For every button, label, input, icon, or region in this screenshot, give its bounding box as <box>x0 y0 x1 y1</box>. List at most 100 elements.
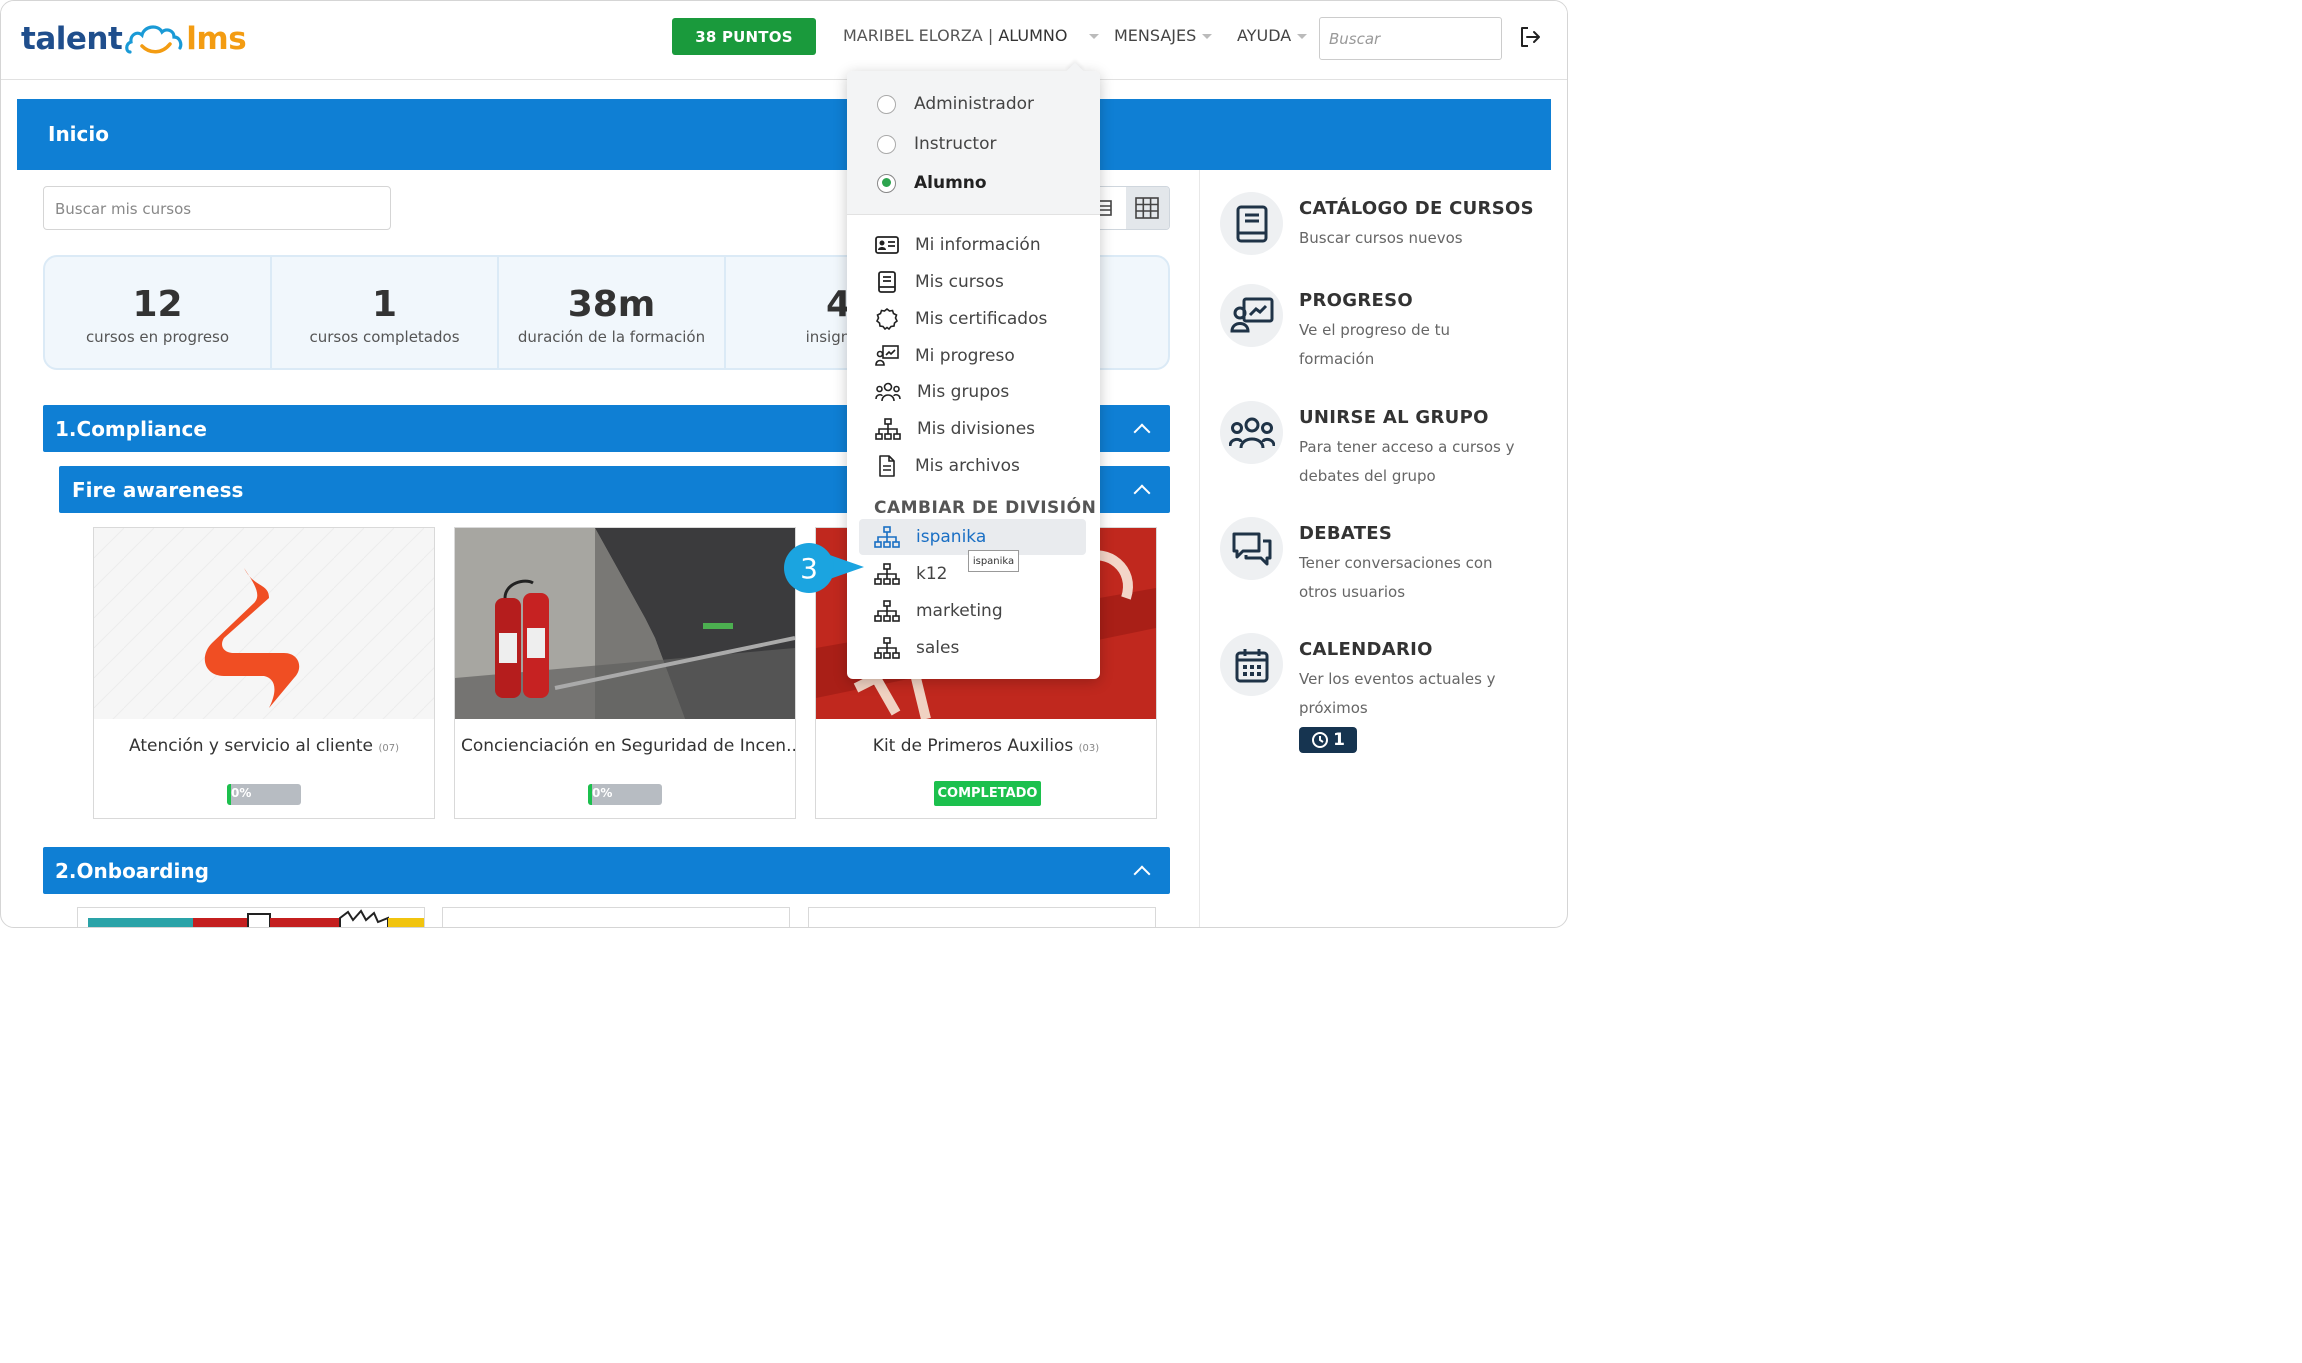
user-role: ALUMNO <box>998 26 1068 45</box>
sidebar-item-desc: Para tener acceso a cursos y debates del… <box>1299 438 1515 485</box>
course-code: (07) <box>378 743 399 754</box>
hierarchy-icon <box>874 600 900 622</box>
hierarchy-icon <box>874 637 900 659</box>
sidebar-item-title: PROGRESO <box>1299 290 1413 311</box>
menu-item-label: Mis archivos <box>915 456 1020 476</box>
chevron-down-icon <box>1088 34 1099 39</box>
hierarchy-icon <box>874 526 900 548</box>
stat-label: duración de la formación <box>517 328 706 346</box>
course-title: Kit de Primeros Auxilios (03) <box>816 736 1156 756</box>
sidebar-item-title: CALENDARIO <box>1299 639 1433 660</box>
stat-value: 12 <box>132 284 183 325</box>
help-label: AYUDA <box>1237 26 1292 45</box>
course-thumbnail <box>88 909 424 927</box>
role-option-administrator[interactable]: Administrador <box>877 94 1034 114</box>
chevron-down-icon <box>1297 34 1308 39</box>
global-search-input[interactable]: Buscar <box>1319 17 1502 60</box>
branch-label: marketing <box>916 601 1003 621</box>
branch-option-marketing[interactable]: marketing <box>874 600 1003 622</box>
progress-icon <box>1220 284 1283 347</box>
sidebar-item-desc: Tener conversaciones con otros usuarios <box>1299 554 1493 601</box>
sidebar-item-discussions[interactable]: DEBATES Tener conversaciones con otros u… <box>1220 517 1540 607</box>
book-icon <box>878 271 896 293</box>
radio-icon <box>877 94 896 114</box>
branch-option-ispanika[interactable]: ispanika <box>874 526 986 548</box>
menu-item-label: Mi progreso <box>915 346 1015 366</box>
stat-courses-in-progress[interactable]: 12 cursos en progreso <box>45 257 272 368</box>
group-icon <box>875 382 901 402</box>
role-option-learner[interactable]: Alumno <box>877 173 987 193</box>
book-icon <box>1220 192 1283 255</box>
sidebar-item-title: CATÁLOGO DE CURSOS <box>1299 198 1534 219</box>
role-label: Administrador <box>914 94 1035 114</box>
course-logo-image <box>94 528 434 719</box>
right-sidebar: CATÁLOGO DE CURSOS Buscar cursos nuevos … <box>1199 170 1551 927</box>
logout-icon[interactable] <box>1518 25 1542 49</box>
course-card[interactable] <box>808 907 1156 927</box>
grid-view-button[interactable] <box>1125 187 1169 229</box>
help-menu[interactable]: AYUDA <box>1237 26 1308 45</box>
sidebar-item-join-group[interactable]: UNIRSE AL GRUPO Para tener acceso a curs… <box>1220 401 1540 491</box>
course-progress-bar: 0% <box>588 784 662 805</box>
completed-badge: COMPLETADO <box>934 781 1041 806</box>
cloud-icon <box>125 25 183 54</box>
course-card[interactable] <box>442 907 790 927</box>
grid-icon <box>1135 197 1160 219</box>
talentlms-logo[interactable]: talent lms <box>21 19 247 59</box>
chat-icon <box>1220 517 1283 580</box>
file-icon <box>879 455 895 477</box>
clock-icon <box>1312 732 1329 748</box>
messages-menu[interactable]: MENSAJES <box>1114 26 1213 45</box>
category-title: 1.Compliance <box>55 416 207 441</box>
stat-training-duration[interactable]: 38m duración de la formación <box>499 257 726 368</box>
course-card[interactable]: Atención y servicio al cliente (07) 0% <box>93 527 435 819</box>
branch-label: k12 <box>916 564 948 584</box>
role-option-instructor[interactable]: Instructor <box>877 134 996 154</box>
menu-item-my-groups[interactable]: Mis grupos <box>875 377 1009 407</box>
sidebar-item-calendar[interactable]: CALENDARIO Ver los eventos actuales y pr… <box>1220 633 1540 758</box>
sidebar-item-desc: Ver los eventos actuales y próximos <box>1299 670 1496 717</box>
branch-tooltip: ispanika <box>968 550 1019 572</box>
course-card[interactable] <box>77 907 425 927</box>
role-switcher: Administrador Instructor Alumno <box>847 71 1100 215</box>
sidebar-item-title: DEBATES <box>1299 523 1393 544</box>
hierarchy-icon <box>874 563 900 585</box>
menu-item-my-branches[interactable]: Mis divisiones <box>875 414 1035 444</box>
category-title: 2.Onboarding <box>55 858 209 883</box>
course-card[interactable]: Concienciación en Seguridad de Incen... … <box>454 527 796 819</box>
menu-item-my-courses[interactable]: Mis cursos <box>875 267 1004 297</box>
menu-item-my-certificates[interactable]: Mis certificados <box>875 304 1047 334</box>
course-title: Atención y servicio al cliente (07) <box>94 736 434 756</box>
calendar-events-badge[interactable]: 1 <box>1299 727 1357 753</box>
menu-item-my-info[interactable]: Mi información <box>875 230 1041 260</box>
sidebar-item-catalog[interactable]: CATÁLOGO DE CURSOS Buscar cursos nuevos <box>1220 192 1540 262</box>
stat-label: cursos completados <box>309 328 460 346</box>
course-title: Concienciación en Seguridad de Incen... <box>455 736 795 756</box>
category-onboarding[interactable]: 2.Onboarding <box>43 847 1170 894</box>
menu-item-label: Mi información <box>915 235 1041 255</box>
hierarchy-icon <box>875 418 901 440</box>
step-callout: 3 <box>784 543 834 593</box>
menu-item-my-progress[interactable]: Mi progreso <box>875 341 1015 371</box>
course-thumbnail <box>94 528 434 719</box>
branch-option-k12[interactable]: k12 <box>874 563 947 585</box>
menu-item-my-files[interactable]: Mis archivos <box>875 451 1020 481</box>
course-search-input[interactable]: Buscar mis cursos <box>43 186 391 230</box>
id-card-icon <box>875 236 899 254</box>
progress-label: 0% <box>231 786 252 800</box>
chevron-up-icon <box>1133 865 1151 882</box>
points-badge[interactable]: 38 PUNTOS <box>672 18 816 55</box>
stat-courses-completed[interactable]: 1 cursos completados <box>272 257 499 368</box>
user-name: MARIBEL ELORZA <box>843 26 983 45</box>
branch-option-sales[interactable]: sales <box>874 637 959 659</box>
sidebar-item-progress[interactable]: PROGRESO Ve el progreso de tu formación <box>1220 284 1540 374</box>
top-bar: talent lms 38 PUNTOS MARIBEL ELORZA | AL… <box>1 1 1567 80</box>
calendar-badge-count: 1 <box>1333 730 1345 750</box>
user-menu[interactable]: MARIBEL ELORZA | ALUMNO <box>843 26 1099 45</box>
course-title-text: Kit de Primeros Auxilios <box>872 736 1074 756</box>
course-code: (03) <box>1078 743 1100 754</box>
sidebar-item-desc: Buscar cursos nuevos <box>1299 229 1463 247</box>
role-label: Alumno <box>914 173 987 193</box>
app-window: talent lms 38 PUNTOS MARIBEL ELORZA | AL… <box>0 0 1568 928</box>
menu-item-label: Mis divisiones <box>917 419 1036 439</box>
